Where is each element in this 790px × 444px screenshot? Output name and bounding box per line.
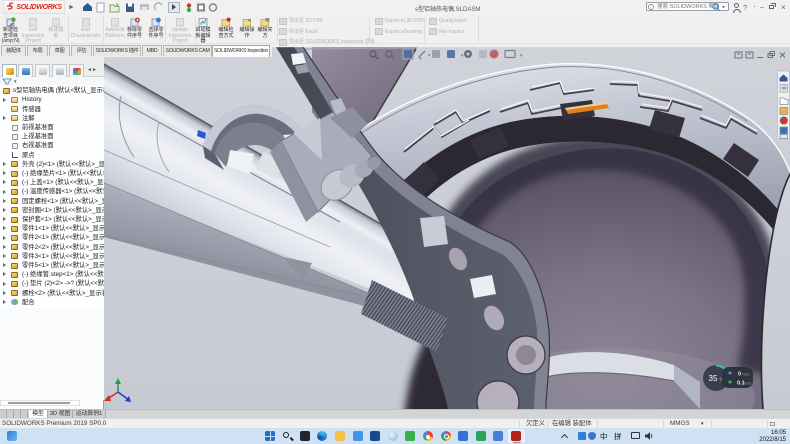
svg-text:▼: ▼ [427,53,431,58]
svg-text:KB/s: KB/s [744,382,752,386]
svg-text:KB/s: KB/s [742,373,750,377]
svg-text:35: 35 [709,374,718,383]
svg-text:▼: ▼ [519,53,523,58]
svg-text:0: 0 [738,372,741,378]
svg-text:i: i [650,5,651,10]
svg-text:▼: ▼ [460,53,464,58]
